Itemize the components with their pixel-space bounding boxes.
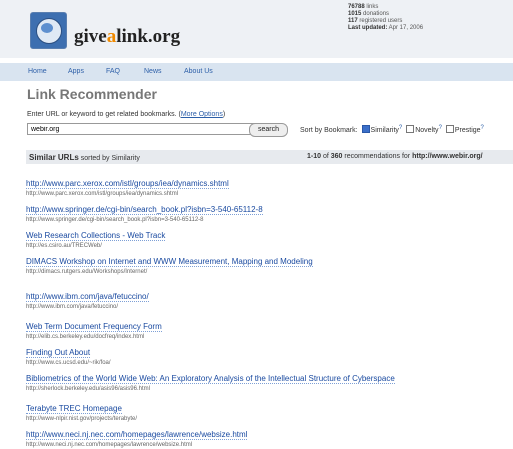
similarity-checkbox[interactable] xyxy=(361,125,370,133)
site-name[interactable]: givealink.org xyxy=(74,26,180,48)
result-title-link[interactable]: DIMACS Workshop on Internet and WWW Meas… xyxy=(26,257,313,267)
result-title-link[interactable]: Bibliometrics of the World Wide Web: An … xyxy=(26,374,395,384)
site-name-part1: give xyxy=(74,26,107,47)
result-url: http://www.parc.xerox.com/istl/groups/ie… xyxy=(26,191,179,197)
globe-icon xyxy=(36,18,62,44)
results-header: Similar URLs sorted by Similarity 1-10 o… xyxy=(26,150,513,164)
stat-links: 76788 links xyxy=(348,4,379,10)
results-title: Similar URLs sorted by Similarity xyxy=(29,153,140,162)
site-header: givealink.org 76788 links 1015 donations… xyxy=(0,0,513,58)
site-name-part3: link.org xyxy=(116,26,181,47)
result-title-link[interactable]: Terabyte TREC Homepage xyxy=(26,404,122,414)
result-url: http://elib.cs.berkeley.edu/docfreq/inde… xyxy=(26,334,145,340)
nav-faq[interactable]: FAQ xyxy=(106,68,120,75)
result-item: http://www.ibm.com/java/fetuccino/ http:… xyxy=(26,286,513,311)
prestige-help-link[interactable]: ? xyxy=(481,125,484,131)
result-item: Bibliometrics of the World Wide Web: An … xyxy=(26,368,513,393)
result-title-link[interactable]: http://www.neci.nj.nec.com/homepages/law… xyxy=(26,430,248,440)
result-url: http://es.csiro.au/TRECWeb/ xyxy=(26,243,102,249)
novelty-label: Novelty xyxy=(415,127,439,134)
novelty-checkbox[interactable] xyxy=(406,125,415,133)
nav-apps[interactable]: Apps xyxy=(68,68,84,75)
more-options-link[interactable]: More Options xyxy=(181,111,223,118)
search-instructions: Enter URL or keyword to get related book… xyxy=(27,111,226,118)
nav-about-us[interactable]: About Us xyxy=(184,68,213,75)
search-input[interactable] xyxy=(27,123,255,135)
similarity-label: Similarity xyxy=(370,127,399,134)
sort-label: Sort by Bookmark: xyxy=(300,127,358,134)
stat-last-updated: Last updated: Apr 17, 2006 xyxy=(348,25,424,31)
result-title-link[interactable]: http://www.parc.xerox.com/istl/groups/ie… xyxy=(26,179,229,189)
result-url: http://www.neci.nj.nec.com/homepages/law… xyxy=(26,442,193,448)
site-name-part2: a xyxy=(106,26,117,47)
nav-news[interactable]: News xyxy=(144,68,162,75)
result-url: http://www-nlpir.nist.gov/projects/terab… xyxy=(26,416,138,422)
result-item: http://www.parc.xerox.com/istl/groups/ie… xyxy=(26,173,513,198)
result-item: DIMACS Workshop on Internet and WWW Meas… xyxy=(26,251,513,276)
result-url: http://www.ibm.com/java/fetuccino/ xyxy=(26,304,119,310)
results-range: 1-10 of 360 recommendations for http://w… xyxy=(307,153,483,160)
search-button[interactable]: search xyxy=(249,123,288,137)
similarity-help-link[interactable]: ? xyxy=(399,125,402,131)
result-title-link[interactable]: Web Research Collections - Web Track xyxy=(26,231,166,241)
result-url: http://www.springer.de/cgi-bin/search_bo… xyxy=(26,217,204,223)
nav-home[interactable]: Home xyxy=(28,68,47,75)
result-item: http://www.neci.nj.nec.com/homepages/law… xyxy=(26,424,513,449)
novelty-help-link[interactable]: ? xyxy=(439,125,442,131)
result-url: http://www.cs.ucsd.edu/~rik/foa/ xyxy=(26,360,111,366)
result-url: http://dimacs.rutgers.edu/Workshops/Inte… xyxy=(26,269,148,275)
result-title-link[interactable]: Web Term Document Frequency Form xyxy=(26,322,162,332)
result-title-link[interactable]: http://www.springer.de/cgi-bin/search_bo… xyxy=(26,205,263,215)
prestige-label: Prestige xyxy=(454,127,481,134)
result-item: Terabyte TREC Homepage http://www-nlpir.… xyxy=(26,398,513,423)
result-item: Web Term Document Frequency Form http://… xyxy=(26,316,513,341)
nav-bar: Home Apps FAQ News About Us xyxy=(0,63,513,81)
page-title: Link Recommender xyxy=(27,86,157,102)
result-title-link[interactable]: http://www.ibm.com/java/fetuccino/ xyxy=(26,292,149,302)
result-item: Web Research Collections - Web Track htt… xyxy=(26,225,513,250)
stat-donations: 1015 donations xyxy=(348,11,390,17)
prestige-checkbox[interactable] xyxy=(445,125,454,133)
result-title-link[interactable]: Finding Out About xyxy=(26,348,91,358)
site-stats: 76788 links 1015 donations 117 registere… xyxy=(348,4,423,32)
sort-options: Sort by Bookmark: Similarity? Novelty? P… xyxy=(300,125,484,134)
result-item: Finding Out About http://www.cs.ucsd.edu… xyxy=(26,342,513,367)
result-url: http://sherlock.berkeley.edu/asis96/asis… xyxy=(26,386,150,392)
site-logo[interactable] xyxy=(30,12,67,49)
stat-users: 117 registered users xyxy=(348,18,403,24)
result-item: http://www.springer.de/cgi-bin/search_bo… xyxy=(26,199,513,224)
